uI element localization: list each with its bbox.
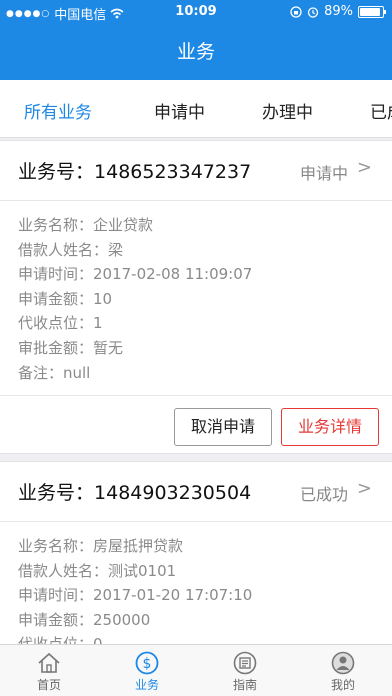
card-actions: 取消申请 业务详情 [0,395,392,453]
card-header[interactable]: 业务号：1484903230504 已成功 > [0,462,392,522]
detail-remark: 备注：null [18,363,91,382]
tab-applying[interactable]: 申请中 [154,98,205,123]
business-number: 业务号：1484903230504 [18,478,251,505]
status-right: 89% [290,4,386,19]
cancel-application-button[interactable]: 取消申请 [174,408,272,447]
page-title: 业务 [176,41,215,63]
tabbar-business-label: 业务 [134,678,159,692]
nav-bar: 业务 [0,24,392,80]
business-detail-button[interactable]: 业务详情 [281,408,379,447]
home-icon [38,652,60,673]
tabbar-business[interactable]: $ 业务 [98,645,196,696]
business-number-label: 业务号： [18,161,95,183]
business-card: 业务号：1486523347237 申请中 > 业务名称：企业贷款 借款人姓名：… [0,140,392,455]
business-number-value: 1486523347237 [94,161,252,183]
battery-percent: 89% [324,4,353,19]
detail-apply-amount: 申请金额：10 [18,289,113,308]
card-header[interactable]: 业务号：1486523347237 申请中 > [0,141,392,201]
card-details: 业务名称：企业贷款 借款人姓名：梁 申请时间：2017-02-08 11:09:… [0,201,392,395]
business-number-value: 1484903230504 [94,482,252,504]
tab-all[interactable]: 所有业务 [24,98,92,123]
status-label: 已成功 [299,485,348,504]
detail-approved-amount: 审批金额：暂无 [18,338,124,357]
tabbar-mine[interactable]: 我的 [294,645,392,696]
business-number-label: 业务号： [18,482,95,504]
dollar-icon: $ [135,651,159,675]
tabbar-home-label: 首页 [36,678,61,692]
tab-success[interactable]: 已成功 [370,98,392,123]
business-number: 业务号：1486523347237 [18,157,251,184]
guide-icon [233,651,257,675]
detail-apply-time: 申请时间：2017-01-20 17:07:10 [18,586,253,605]
user-icon [331,651,355,675]
chevron-right-icon[interactable]: > [357,478,372,499]
detail-business-name: 业务名称：企业贷款 [18,216,154,234]
detail-apply-time: 申请时间：2017-02-08 11:09:07 [18,265,253,284]
detail-collection-point: 代收点位：1 [18,314,103,333]
detail-apply-amount: 申请金额：250000 [18,610,151,629]
status-bar: ●●●●○ 中国电信 10:09 89% [0,0,392,24]
tabbar-mine-label: 我的 [330,678,355,692]
bottom-tab-bar: 首页 $ 业务 指南 我的 [0,644,392,696]
detail-borrower-name: 借款人姓名：测试0101 [18,561,177,580]
detail-business-name: 业务名称：房屋抵押贷款 [18,537,184,555]
battery-icon [358,5,386,18]
svg-text:$: $ [143,656,152,672]
detail-borrower-name: 借款人姓名：梁 [18,240,124,259]
tabbar-guide[interactable]: 指南 [196,645,294,696]
tabbar-guide-label: 指南 [232,678,257,692]
alarm-icon [307,6,319,18]
orientation-lock-icon [290,5,302,18]
chevron-right-icon[interactable]: > [357,157,372,178]
tab-processing[interactable]: 办理中 [262,98,313,123]
tabbar-home[interactable]: 首页 [0,645,98,696]
status-label: 申请中 [299,164,348,183]
filter-tabs: 所有业务 申请中 办理中 已成功 [0,80,392,138]
